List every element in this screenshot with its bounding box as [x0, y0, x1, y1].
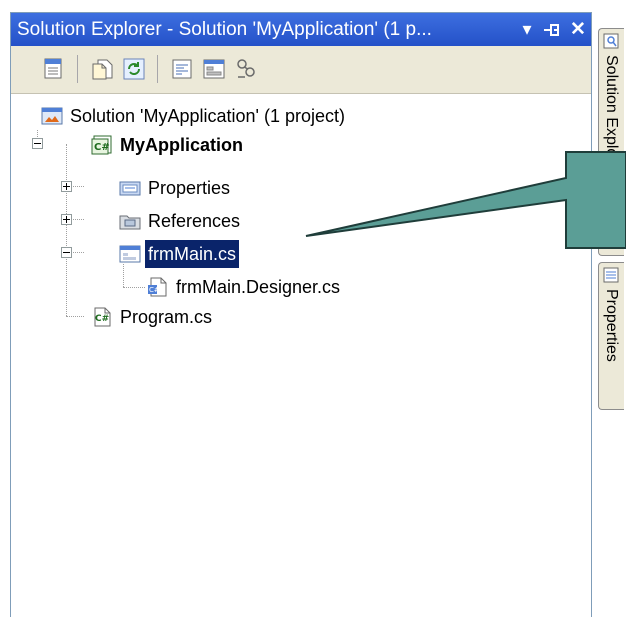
solution-icon: [41, 106, 63, 126]
svg-text:C#: C#: [149, 286, 160, 294]
tree-item-label: MyApplication: [120, 135, 244, 155]
properties-folder-icon: [119, 178, 141, 198]
expand-toggle[interactable]: [61, 214, 72, 225]
tree-item-properties[interactable]: Properties: [119, 174, 319, 202]
side-tab-label: Properties: [603, 289, 620, 362]
side-tab-label: Solution Explorer: [603, 55, 620, 177]
tree-line: [71, 252, 84, 253]
tree-item-label: References: [148, 211, 241, 231]
collapse-toggle[interactable]: [32, 138, 43, 149]
tree-line: [71, 186, 84, 187]
close-icon[interactable]: ✕: [567, 13, 589, 46]
tree-item-label: frmMain.Designer.cs: [176, 277, 341, 297]
auto-hide-tab-strip: Solution Explorer Properties: [596, 28, 626, 617]
tree-item-label: Program.cs: [120, 307, 213, 327]
toolbar-separator: [77, 55, 78, 83]
tree-item-solution[interactable]: Solution 'MyApplication' (1 project): [41, 102, 461, 130]
refresh-icon[interactable]: [121, 56, 147, 82]
tree-item-project[interactable]: C# MyApplication: [91, 131, 351, 159]
tree-item-frmmain[interactable]: frmMain.cs: [119, 240, 319, 268]
tree-item-label: Solution 'MyApplication' (1 project): [70, 106, 346, 126]
solution-tree: Solution 'MyApplication' (1 project) C# …: [11, 94, 591, 614]
auto-hide-pin-icon[interactable]: [541, 13, 563, 46]
tree-item-label: Properties: [148, 178, 231, 198]
tree-item-program[interactable]: C# Program.cs: [91, 303, 311, 331]
csharp-file-icon: C#: [91, 307, 113, 327]
view-code-icon[interactable]: [169, 56, 195, 82]
properties-icon: [603, 267, 619, 283]
window-position-dropdown-icon[interactable]: ▾: [516, 13, 538, 46]
tree-line: [66, 144, 67, 316]
csharp-project-icon: C#: [91, 135, 113, 155]
form-icon: [119, 244, 141, 264]
svg-text:C#: C#: [94, 142, 110, 153]
svg-text:C#: C#: [95, 314, 109, 324]
class-diagram-icon[interactable]: [233, 56, 259, 82]
tree-item-label-selected: frmMain.cs: [145, 240, 240, 268]
tree-item-designer[interactable]: C# frmMain.Designer.cs: [147, 273, 407, 301]
collapse-toggle[interactable]: [61, 247, 72, 258]
tree-line: [66, 316, 84, 317]
side-tab-solution-explorer[interactable]: Solution Explorer: [598, 28, 624, 256]
show-all-files-icon[interactable]: [89, 56, 115, 82]
solution-explorer-toolbar: [11, 46, 591, 94]
properties-icon[interactable]: [41, 56, 67, 82]
toolbar-separator: [157, 55, 158, 83]
csharp-file-icon: C#: [147, 277, 169, 297]
panel-title-bar[interactable]: Solution Explorer - Solution 'MyApplicat…: [11, 13, 591, 46]
solution-explorer-panel: Solution Explorer - Solution 'MyApplicat…: [10, 12, 592, 617]
side-tab-properties[interactable]: Properties: [598, 262, 624, 410]
view-designer-icon[interactable]: [201, 56, 227, 82]
references-folder-icon: [119, 211, 141, 231]
tree-line: [71, 219, 84, 220]
expand-toggle[interactable]: [61, 181, 72, 192]
tree-line: [123, 287, 145, 288]
tree-item-references[interactable]: References: [119, 207, 319, 235]
panel-title: Solution Explorer - Solution 'MyApplicat…: [17, 19, 432, 40]
solution-explorer-icon: [603, 33, 619, 49]
